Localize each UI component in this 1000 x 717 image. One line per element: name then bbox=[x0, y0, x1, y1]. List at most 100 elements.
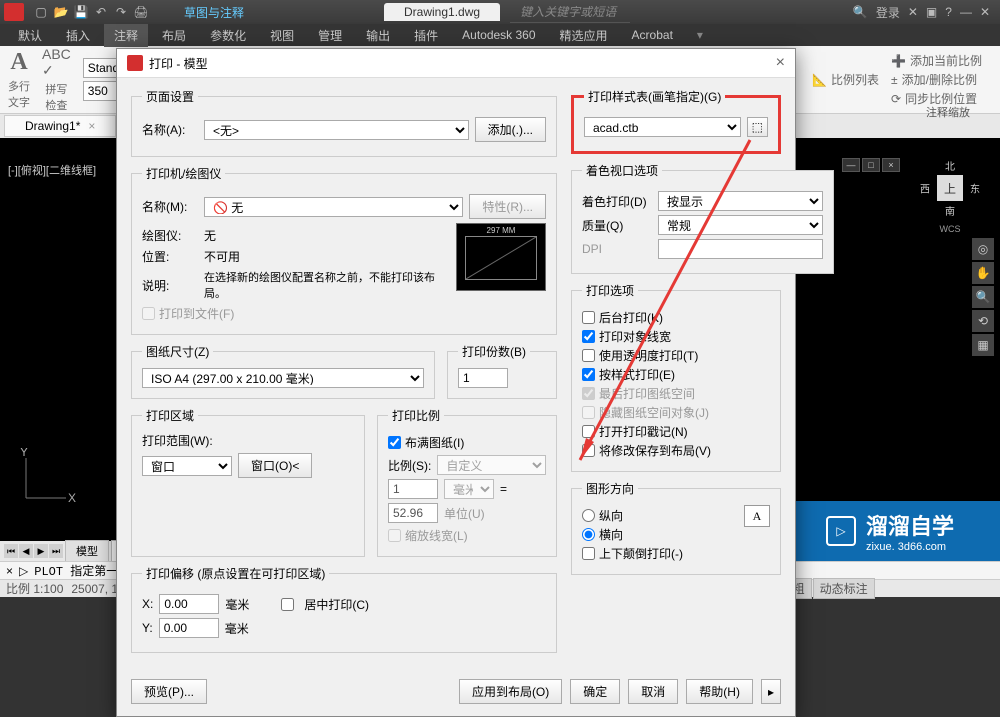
open-icon[interactable]: 📂 bbox=[52, 3, 70, 21]
copies-group: 打印份数(B) bbox=[447, 343, 557, 399]
plot-option-1[interactable]: 打印对象线宽 bbox=[582, 328, 770, 345]
plot-to-file-check bbox=[142, 307, 155, 320]
apply-button[interactable]: 应用到布局(O) bbox=[459, 679, 562, 704]
minimize-icon[interactable]: — bbox=[960, 5, 972, 19]
tab-prev-icon[interactable]: ◀ bbox=[19, 544, 33, 558]
dialog-title: 打印 - 模型 bbox=[149, 55, 208, 72]
pan-icon[interactable]: ✋ bbox=[972, 262, 994, 284]
vp-close-icon[interactable]: × bbox=[882, 158, 900, 172]
close-icon[interactable]: ✕ bbox=[980, 5, 990, 19]
plot-option-check-3[interactable] bbox=[582, 368, 595, 381]
mtext-button[interactable]: A 多行 文字 bbox=[8, 49, 30, 110]
portrait-radio[interactable] bbox=[582, 509, 595, 522]
cancel-button[interactable]: 取消 bbox=[628, 679, 678, 704]
copies-input[interactable] bbox=[458, 368, 508, 388]
tab-overflow-icon[interactable]: ▾ bbox=[687, 25, 713, 45]
add-delete-scale[interactable]: ±添加/删除比例 bbox=[891, 71, 982, 88]
plot-option-3[interactable]: 按样式打印(E) bbox=[582, 366, 770, 383]
pagesetup-name-select[interactable]: <无> bbox=[204, 120, 469, 140]
workspace-link[interactable]: 草图与注释 bbox=[184, 4, 244, 21]
tab-last-icon[interactable]: ⏭ bbox=[49, 544, 63, 558]
tab-annotate[interactable]: 注释 bbox=[104, 24, 148, 47]
shade-plot-select[interactable]: 按显示 bbox=[658, 191, 823, 211]
wheel-icon[interactable]: ◎ bbox=[972, 238, 994, 260]
search-box[interactable]: 键入关键字或短语 bbox=[510, 1, 630, 23]
viewport-label[interactable]: [-][俯视][二维线框] bbox=[8, 162, 96, 178]
showmotion-icon[interactable]: ▦ bbox=[972, 334, 994, 356]
scale-list-button[interactable]: 📐比例列表 bbox=[812, 52, 879, 107]
model-tab[interactable]: 模型 bbox=[65, 540, 109, 562]
title-bar: ▢ 📂 💾 ↶ ↷ 🖨 草图与注释 Drawing1.dwg 键入关键字或短语 … bbox=[0, 0, 1000, 24]
tab-a360[interactable]: Autodesk 360 bbox=[452, 25, 545, 45]
plot-option-check-2[interactable] bbox=[582, 349, 595, 362]
cmd-close-icon[interactable]: × bbox=[6, 564, 13, 578]
undo-icon[interactable]: ↶ bbox=[92, 3, 110, 21]
svg-text:X: X bbox=[68, 491, 76, 505]
spellcheck-button[interactable]: ABC✓ 拼写 检查 bbox=[42, 46, 71, 113]
play-icon: ▷ bbox=[826, 516, 856, 546]
tab-manage[interactable]: 管理 bbox=[308, 24, 352, 47]
plot-option-0[interactable]: 后台打印(K) bbox=[582, 309, 770, 326]
status-toggle-13[interactable]: 动态标注 bbox=[813, 578, 875, 599]
watermark: ▷ 溜溜自学 zixue. 3d66.com bbox=[780, 501, 1000, 561]
tab-output[interactable]: 输出 bbox=[356, 24, 400, 47]
plot-option-check-1[interactable] bbox=[582, 330, 595, 343]
plot-range-select[interactable]: 窗口 bbox=[142, 456, 232, 476]
plot-option-check-6[interactable] bbox=[582, 425, 595, 438]
view-cube[interactable]: 北 西 东 南 上 WCS bbox=[920, 158, 980, 218]
paper-size-select[interactable]: ISO A4 (297.00 x 210.00 毫米) bbox=[142, 368, 424, 388]
add-current-scale[interactable]: ➕添加当前比例 bbox=[891, 52, 982, 69]
printer-name-select[interactable]: 🚫 无 bbox=[204, 197, 463, 217]
offset-x-input[interactable] bbox=[159, 594, 219, 614]
plot-option-6[interactable]: 打开打印戳记(N) bbox=[582, 423, 770, 440]
quality-select[interactable]: 常规 bbox=[658, 215, 823, 235]
save-icon[interactable]: 💾 bbox=[72, 3, 90, 21]
exchange-icon[interactable]: ✕ bbox=[908, 5, 918, 19]
tab-insert[interactable]: 插入 bbox=[56, 24, 100, 47]
help-button[interactable]: 帮助(H) bbox=[686, 679, 753, 704]
document-tab[interactable]: Drawing1*× bbox=[4, 115, 116, 137]
login-link[interactable]: 登录 bbox=[876, 4, 900, 21]
zoom-icon[interactable]: 🔍 bbox=[972, 286, 994, 308]
vp-minimize-icon[interactable]: — bbox=[842, 158, 860, 172]
ok-button[interactable]: 确定 bbox=[570, 679, 620, 704]
plot-option-7[interactable]: 将修改保存到布局(V) bbox=[582, 442, 770, 459]
tab-default[interactable]: 默认 bbox=[8, 24, 52, 47]
preview-button[interactable]: 预览(P)... bbox=[131, 679, 207, 704]
tab-layout[interactable]: 布局 bbox=[152, 24, 196, 47]
printer-props-button: 特性(R)... bbox=[469, 194, 546, 219]
help-icon[interactable]: ? bbox=[945, 5, 952, 19]
tab-close-icon[interactable]: × bbox=[88, 119, 95, 133]
search-icon[interactable]: 🔍 bbox=[853, 5, 868, 19]
plot-style-select[interactable]: acad.ctb bbox=[584, 117, 741, 137]
vp-maximize-icon[interactable]: □ bbox=[862, 158, 880, 172]
fit-to-paper-check[interactable] bbox=[388, 436, 401, 449]
shaded-viewport-group: 着色视口选项 着色打印(D)按显示 质量(Q)常规 DPI bbox=[571, 162, 834, 274]
tab-plugins[interactable]: 插件 bbox=[404, 24, 448, 47]
redo-icon[interactable]: ↷ bbox=[112, 3, 130, 21]
offset-y-input[interactable] bbox=[159, 618, 219, 638]
window-button[interactable]: 窗口(O)< bbox=[238, 453, 312, 478]
plot-option-2[interactable]: 使用透明度打印(T) bbox=[582, 347, 770, 364]
scale-display[interactable]: 比例 1:100 bbox=[6, 580, 63, 597]
plot-style-edit-button[interactable]: ⬚ bbox=[747, 117, 768, 137]
tab-parametric[interactable]: 参数化 bbox=[200, 24, 256, 47]
tab-view[interactable]: 视图 bbox=[260, 24, 304, 47]
landscape-radio[interactable] bbox=[582, 528, 595, 541]
plot-option-check-7[interactable] bbox=[582, 444, 595, 457]
cloud-icon[interactable]: ▣ bbox=[926, 5, 937, 19]
center-plot-check[interactable] bbox=[281, 598, 294, 611]
tab-featured[interactable]: 精选应用 bbox=[550, 24, 618, 47]
viewport-controls: — □ × bbox=[842, 158, 900, 172]
upside-down-check[interactable] bbox=[582, 547, 595, 560]
plot-option-check-0[interactable] bbox=[582, 311, 595, 324]
print-icon[interactable]: 🖨 bbox=[132, 3, 150, 21]
tab-acrobat[interactable]: Acrobat bbox=[622, 25, 683, 45]
expand-button[interactable]: ▸ bbox=[761, 679, 781, 704]
dialog-close-icon[interactable]: × bbox=[776, 54, 785, 72]
tab-first-icon[interactable]: ⏮ bbox=[4, 544, 18, 558]
new-icon[interactable]: ▢ bbox=[32, 3, 50, 21]
tab-next-icon[interactable]: ▶ bbox=[34, 544, 48, 558]
pagesetup-add-button[interactable]: 添加(.)... bbox=[475, 117, 546, 142]
orbit-icon[interactable]: ⟲ bbox=[972, 310, 994, 332]
